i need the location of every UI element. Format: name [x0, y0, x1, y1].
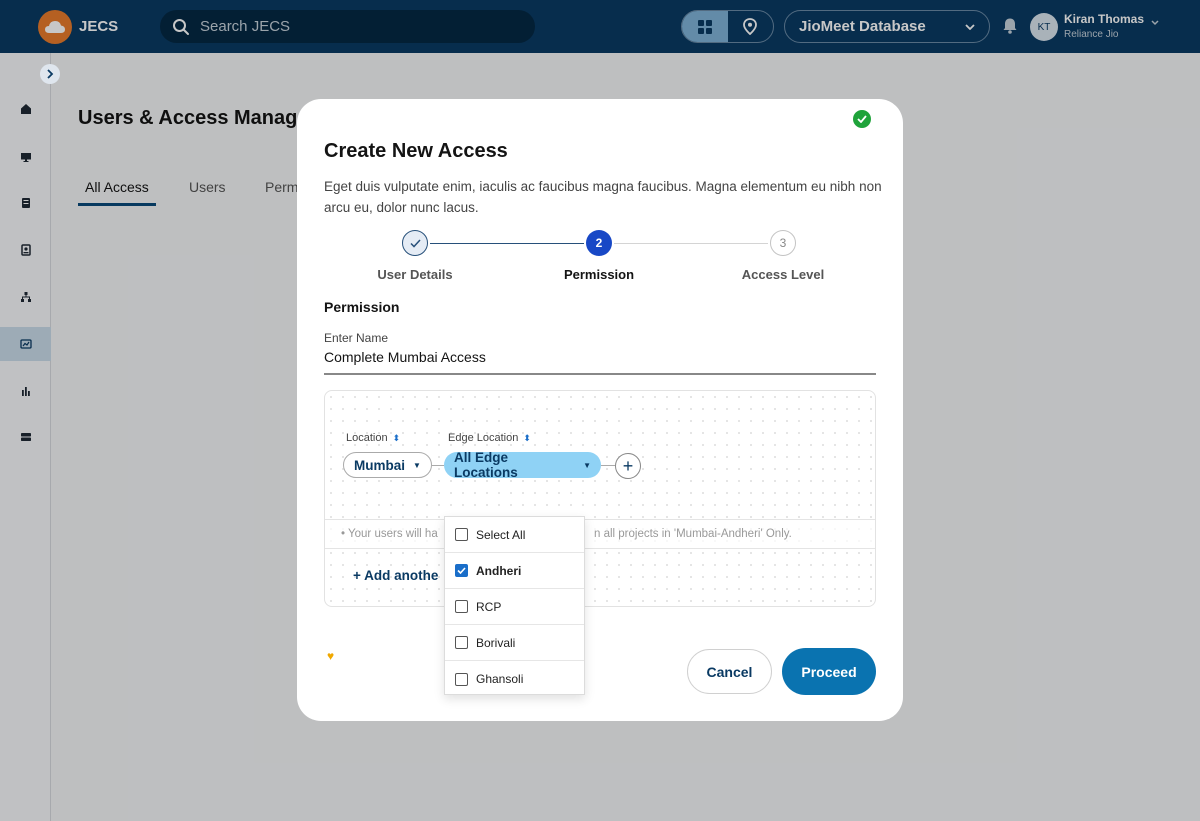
add-condition-button[interactable]: +	[615, 453, 641, 479]
chevron-down-icon: ▼	[413, 460, 421, 470]
checkbox-checked[interactable]	[455, 564, 468, 577]
dropdown-option-borivali[interactable]: Borivali	[445, 625, 584, 661]
checkmark-icon	[409, 238, 421, 248]
success-check-icon	[853, 110, 871, 128]
permission-info-row: • Your users will ha n all projects in '…	[325, 519, 875, 549]
step-1-label: User Details	[377, 267, 453, 282]
modal-description: Eget duis vulputate enim, iaculis ac fau…	[324, 179, 882, 215]
location-label: Location	[346, 432, 388, 444]
option-label: RCP	[476, 599, 502, 614]
checkbox[interactable]	[455, 600, 468, 613]
option-label: Borivali	[476, 635, 516, 650]
chevron-right-icon	[47, 69, 54, 79]
edge-location-column-label: Edge Location ⬍	[448, 432, 531, 444]
plus-icon: +	[622, 455, 634, 476]
option-label: Select All	[476, 527, 526, 542]
modal-title: Create New Access	[324, 140, 508, 162]
edge-location-dropdown: Select All Andheri RCP Borivali Ghansoli	[444, 516, 585, 695]
expand-sidebar-button[interactable]	[40, 64, 60, 84]
add-another-button[interactable]: + Add anothe	[353, 568, 438, 583]
name-field-input[interactable]: Complete Mumbai Access	[324, 349, 486, 365]
create-access-modal: Create New Access Eget duis vulputate en…	[297, 99, 903, 721]
dropdown-option-andheri[interactable]: Andheri	[445, 553, 584, 589]
connector-line	[432, 465, 444, 466]
info-text-continued: n all projects in 'Mumbai-Andheri' Only.	[594, 528, 792, 540]
proceed-button[interactable]: Proceed	[782, 648, 876, 695]
cancel-button[interactable]: Cancel	[687, 649, 772, 694]
heart-icon: ♥	[327, 649, 335, 663]
stepper-connector	[430, 243, 584, 244]
step-3-indicator: 3	[770, 230, 796, 256]
checkbox[interactable]	[455, 672, 468, 686]
edge-location-value: All Edge Locations	[454, 450, 518, 480]
step-2-indicator: 2	[586, 230, 612, 256]
edge-location-select[interactable]: All Edge Locations ▼	[444, 450, 601, 480]
name-field-label: Enter Name	[324, 331, 389, 345]
checkbox[interactable]	[455, 636, 468, 649]
option-label: Andheri	[476, 563, 522, 578]
location-select[interactable]: Mumbai ▼	[343, 452, 432, 478]
name-field-underline	[324, 373, 876, 375]
section-title: Permission	[324, 299, 400, 315]
step-2-label: Permission	[563, 267, 635, 282]
step-3-label: Access Level	[741, 267, 825, 282]
location-value: Mumbai	[354, 457, 406, 473]
dropdown-option-ghansoli[interactable]: Ghansoli	[445, 661, 584, 697]
option-label: Ghansoli	[476, 672, 524, 686]
dropdown-option-rcp[interactable]: RCP	[445, 589, 584, 625]
checkbox[interactable]	[455, 528, 468, 541]
stepper-connector	[614, 243, 768, 244]
edge-location-label: Edge Location	[448, 432, 519, 444]
checkmark-icon	[457, 567, 466, 574]
step-1-done-indicator[interactable]	[402, 230, 428, 256]
location-column-label: Location ⬍	[346, 432, 400, 444]
sort-icon[interactable]: ⬍	[523, 433, 531, 444]
plus-icon: +	[353, 568, 365, 583]
info-text: • Your users will ha	[341, 528, 438, 540]
connector-line	[601, 465, 615, 466]
dropdown-option-select-all[interactable]: Select All	[445, 517, 584, 553]
sort-icon[interactable]: ⬍	[393, 433, 401, 444]
chevron-down-icon: ▼	[583, 460, 591, 470]
